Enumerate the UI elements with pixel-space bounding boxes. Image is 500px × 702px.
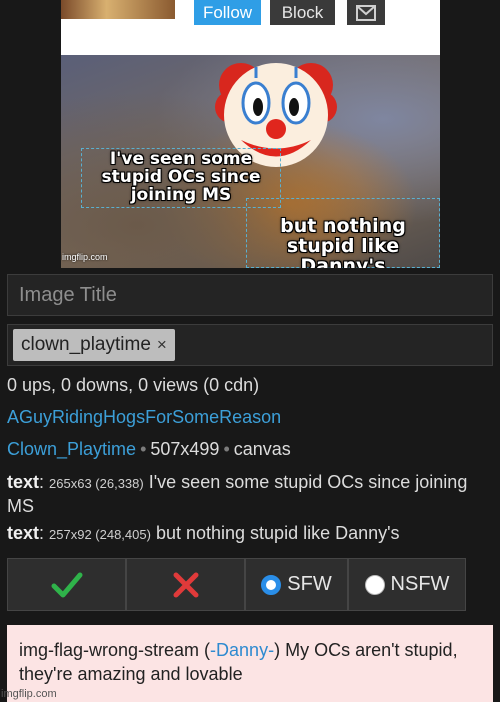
separator-dot: • [223,439,230,459]
meme-watermark: imgflip.com [62,252,108,262]
tag-chip-label: clown_playtime [21,334,151,355]
follow-button[interactable]: Follow [194,0,261,25]
stream-link[interactable]: Clown_Playtime [7,439,136,459]
text-box-content: but nothing stupid like Danny's [155,523,400,543]
moderation-actions: SFW NSFW [7,558,466,611]
comment-user-link[interactable]: -Danny- [210,640,274,660]
profile-banner-thumb [61,0,175,19]
sfw-radio-option[interactable]: SFW [245,558,348,611]
meme-picture: I've seen some stupid OCs since joining … [61,55,440,268]
meme-image: Follow Block I've seen some stupid OCs s… [61,0,440,268]
nsfw-label: NSFW [390,573,450,595]
sfw-label: SFW [287,573,332,595]
sfw-radio-icon[interactable] [261,574,282,595]
image-stats: 0 ups, 0 downs, 0 views (0 cdn) [7,375,260,395]
text-box-label: text [7,523,40,543]
text-box-info: text: 257x92 (248,405) but nothing stupi… [7,523,400,543]
nsfw-radio-option[interactable]: NSFW [348,558,466,611]
tags-field[interactable]: clown_playtime × [7,324,493,366]
nsfw-radio-icon[interactable] [364,574,385,595]
check-icon [51,572,82,597]
image-title-field[interactable] [7,274,493,316]
message-button[interactable] [347,0,385,25]
reject-button[interactable] [126,558,245,611]
tag-remove-icon[interactable]: × [157,329,167,361]
flag-comment-prefix: img-flag-wrong-stream ( [19,640,211,660]
text-box-label: text [7,472,40,492]
image-meta: Clown_Playtime • 507x499 • canvas [7,439,291,460]
footer-watermark: imgflip.com [1,688,57,700]
uploader-link[interactable]: AGuyRidingHogsForSomeReason [7,407,281,428]
image-size: 507x499 [150,439,220,459]
image-title-input[interactable] [8,275,492,315]
tag-chip[interactable]: clown_playtime × [13,329,175,361]
approve-button[interactable] [7,558,126,611]
image-source: canvas [233,439,291,459]
text-box-info: text: 265x63 (26,338) I've seen some stu… [7,472,468,516]
text-box-dims: 257x92 (248,405) [49,527,151,542]
x-icon [173,572,198,597]
envelope-icon [356,4,376,21]
text-box-dims: 265x63 (26,338) [49,476,144,491]
separator-dot: • [140,439,147,459]
flag-comment: img-flag-wrong-stream (-Danny-) My OCs a… [7,625,493,702]
meme-bottom-text[interactable]: but nothing stupid like Danny's [246,198,440,268]
block-button[interactable]: Block [270,0,335,25]
